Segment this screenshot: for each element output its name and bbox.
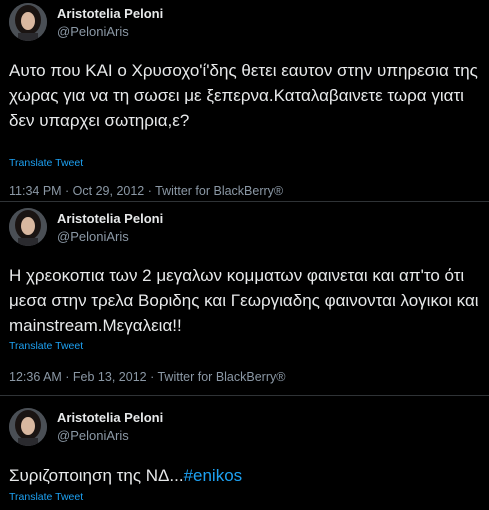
tweet-text: Συριζοποιηση της ΝΔ... <box>9 466 184 485</box>
author-handle[interactable]: @PeloniAris <box>57 24 129 39</box>
translate-tweet-link[interactable]: Translate Tweet <box>9 491 83 503</box>
tweet-text: Η χρεοκοπια των 2 μεγαλων κομματων φαινε… <box>9 266 479 335</box>
tweet-timestamp[interactable]: 11:34 PM · Oct 29, 2012 · Twitter for Bl… <box>9 184 283 198</box>
tweet-3[interactable]: Aristotelia Peloni @PeloniAris Συριζοποι… <box>0 396 489 510</box>
avatar[interactable] <box>9 208 47 246</box>
author-handle[interactable]: @PeloniAris <box>57 428 129 443</box>
tweet-1[interactable]: Aristotelia Peloni @PeloniAris Αυτο που … <box>0 0 489 202</box>
author-handle[interactable]: @PeloniAris <box>57 229 129 244</box>
tweet-timestamp[interactable]: 12:36 AM · Feb 13, 2012 · Twitter for Bl… <box>9 370 285 384</box>
avatar[interactable] <box>9 408 47 446</box>
translate-tweet-link[interactable]: Translate Tweet <box>9 340 83 352</box>
tweet-text-container: Συριζοποιηση της ΝΔ...#enikos <box>9 463 484 488</box>
author-name[interactable]: Aristotelia Peloni <box>57 410 163 425</box>
tweet-2[interactable]: Aristotelia Peloni @PeloniAris Η χρεοκοπ… <box>0 202 489 397</box>
tweet-text: Αυτο που ΚΑΙ ο Χρυσοχο'ί'δης θετει εαυτο… <box>9 61 478 130</box>
translate-tweet-link[interactable]: Translate Tweet <box>9 157 83 169</box>
author-name[interactable]: Aristotelia Peloni <box>57 6 163 21</box>
author-name[interactable]: Aristotelia Peloni <box>57 211 163 226</box>
avatar[interactable] <box>9 3 47 41</box>
hashtag-link[interactable]: #enikos <box>184 466 243 485</box>
